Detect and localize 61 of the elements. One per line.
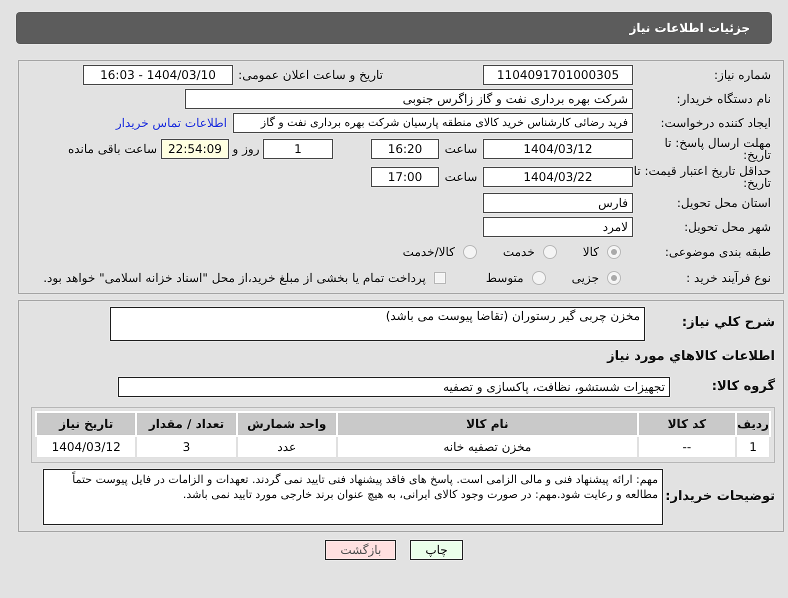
validity-date-field: 1404/03/22 <box>483 167 633 187</box>
field-label: شهر محل تحویل: <box>683 221 771 233</box>
radio-button[interactable] <box>542 245 557 259</box>
checkbox-label: پرداخت تمام یا بخشی از مبلغ خرید،از محل "اسناد خزانه اسلامی" خواهد بود. <box>43 270 426 287</box>
field-label: طبقه بندی موضوعی: <box>664 246 771 258</box>
radio-label: متوسط <box>486 270 524 287</box>
validity-time-field: 17:00 <box>371 167 439 187</box>
buyer-contact-link[interactable]: اطلاعات تماس خریدار <box>116 114 227 132</box>
remaining-label: ساعت باقی مانده <box>68 141 157 158</box>
column-header: واحد شمارش <box>236 412 337 436</box>
page-title: جزئیات اطلاعات نیاز <box>629 20 750 37</box>
column-header: ردیف <box>736 412 770 436</box>
creator-field: فرید رضائی کارشناس خرید کالای منطقه پارسیان شرکت بهره برداری نفت و گاز <box>233 113 633 133</box>
field-label: شماره نیاز: <box>713 69 771 81</box>
city-field: لامرد <box>483 217 633 237</box>
field-label: استان محل تحویل: <box>676 197 771 209</box>
buyer-notes-label: توضیحات خریدار: <box>664 488 775 506</box>
radio-label: کالا <box>582 244 599 261</box>
column-header: تاریخ نیاز <box>36 412 136 436</box>
province-field: فارس <box>483 193 633 213</box>
column-header: نام کالا <box>336 412 638 436</box>
column-header: تعداد / مقدار <box>136 412 237 436</box>
field-label: تاریخ و ساعت اعلان عمومی: <box>237 69 383 81</box>
section-heading: اطلاعات كالاهاي مورد نياز <box>606 348 775 366</box>
radio-button[interactable] <box>532 271 546 285</box>
announce-date-field: 1404/03/10 - 16:03 <box>83 65 233 85</box>
time-label: ساعت <box>444 141 478 158</box>
checkbox[interactable] <box>434 272 446 284</box>
description-label: شرح كلي نياز: <box>680 314 775 332</box>
radio-label: خدمت <box>502 244 535 261</box>
field-label: نوع فرآیند خرید : <box>685 272 771 284</box>
radio-button[interactable] <box>607 245 621 259</box>
table-cell: 3 <box>136 436 237 458</box>
radio-label: کالا/خدمت <box>402 244 455 261</box>
field-label: مهلت ارسال پاسخ: تا تاریخ: <box>663 137 771 161</box>
goods-group-field: تجهیزات شستشو، نظافت، پاکسازی و تصفیه <box>118 376 670 396</box>
radio-button[interactable] <box>462 245 477 259</box>
back-button[interactable]: بازگشت <box>325 540 396 560</box>
field-label: نام دستگاه خریدار: <box>676 93 771 105</box>
radio-label: جزیی <box>572 270 599 287</box>
goods-group-label: گروه كالا: <box>710 377 775 396</box>
tender-number-field: 1104091701000305 <box>483 65 633 85</box>
radio-button[interactable] <box>607 271 621 285</box>
days-field: 1 <box>263 139 333 159</box>
table-cell: 1 <box>736 436 770 458</box>
remaining-time-field: 22:54:09 <box>161 139 229 159</box>
buyer-org-field: شرکت بهره برداری نفت و گاز زاگرس جنوبی <box>185 89 633 109</box>
table-cell: مخزن تصفیه خانه <box>336 436 638 458</box>
buyer-notes-textarea[interactable]: مهم: ارائه پیشنهاد فنی و مالی الزامی است. پاسخ های فاقد پیشنهاد فنی تایید نمی گردند. تعهدات و الزامات در فایل پیوست حتماً مطالعه و رعایت شود.مهم: در صورت وجود کالای ایرانی، به هیچ عنوان برند خارجی مورد تایید نمی باشد. <box>43 468 663 524</box>
deadline-date-field: 1404/03/12 <box>483 139 633 159</box>
days-label: روز و <box>231 141 260 158</box>
field-label: ایجاد کننده درخواست: <box>659 117 771 129</box>
table-cell: 1404/03/12 <box>36 436 136 458</box>
print-button[interactable]: چاپ <box>410 540 463 560</box>
table-cell: عدد <box>236 436 337 458</box>
description-textarea[interactable]: مخزن چربی گیر رستوران (تقاضا پیوست می باشد) <box>110 307 645 341</box>
column-header: کد کالا <box>638 412 736 436</box>
table-cell: -- <box>638 436 736 458</box>
field-label: حداقل تاریخ اعتبار قیمت: تا تاریخ: <box>633 165 771 189</box>
time-label: ساعت <box>444 169 478 186</box>
deadline-time-field: 16:20 <box>371 139 439 159</box>
